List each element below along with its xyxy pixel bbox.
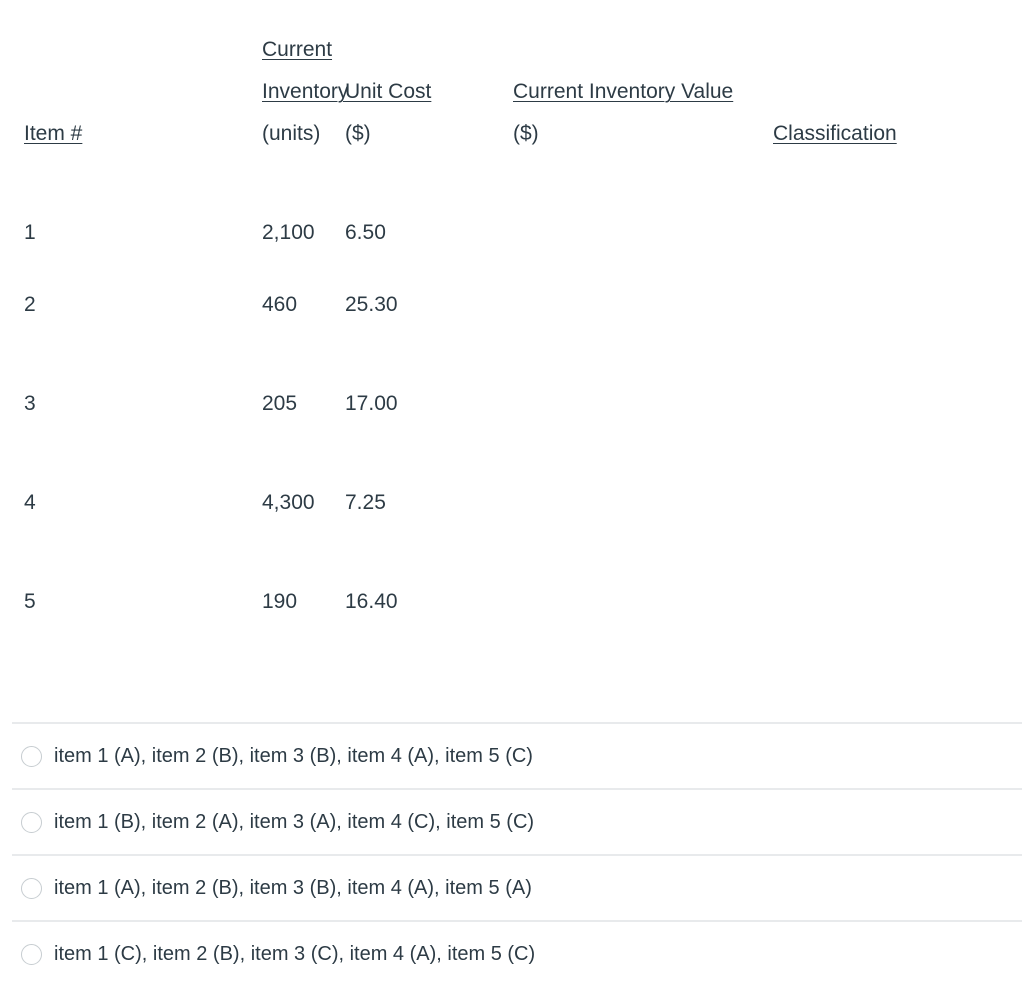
cell-cost: 6.50	[332, 155, 497, 255]
answer-option-label: item 1 (A), item 2 (B), item 3 (B), item…	[54, 744, 533, 768]
radio-button-icon[interactable]	[21, 746, 42, 767]
table-row: 519016.40	[0, 552, 1024, 651]
cell-cost: 16.40	[332, 552, 497, 651]
table-row: 12,1006.50	[0, 155, 1024, 255]
cell-value	[497, 354, 749, 453]
cell-class	[749, 354, 1024, 453]
cell-class	[749, 453, 1024, 552]
radio-button-icon[interactable]	[21, 944, 42, 965]
table-header-row: Item # Current Inventory (units) Unit Co…	[0, 0, 1024, 155]
answer-option-label: item 1 (C), item 2 (B), item 3 (C), item…	[54, 942, 535, 966]
inventory-table: Item # Current Inventory (units) Unit Co…	[0, 0, 1024, 651]
table-row: 320517.00	[0, 354, 1024, 453]
column-header-item: Item #	[0, 0, 119, 155]
cell-class	[749, 155, 1024, 255]
cell-value	[497, 552, 749, 651]
cell-item: 5	[0, 552, 119, 651]
cell-value	[497, 155, 749, 255]
cell-item: 2	[0, 255, 119, 354]
column-header-unit-cost: Unit Cost ($)	[332, 0, 497, 155]
column-header-item-label: Item #	[24, 122, 82, 145]
radio-button-icon[interactable]	[21, 812, 42, 833]
column-header-current-inventory-value: Current Inventory Value ($)	[497, 0, 749, 155]
cell-value	[497, 255, 749, 354]
answer-option-1[interactable]: item 1 (A), item 2 (B), item 3 (B), item…	[12, 722, 1022, 788]
cell-item: 3	[0, 354, 119, 453]
answer-options-list: item 1 (A), item 2 (B), item 3 (B), item…	[12, 722, 1022, 986]
cell-inv: 205	[119, 354, 332, 453]
cell-inv: 4,300	[119, 453, 332, 552]
cell-class	[749, 552, 1024, 651]
column-header-classification-label: Classification	[773, 122, 897, 145]
cell-inv: 2,100	[119, 155, 332, 255]
table-body: 12,1006.50246025.30320517.0044,3007.2551…	[0, 155, 1024, 651]
column-header-current-inventory-value-unit: ($)	[513, 113, 749, 155]
radio-button-icon[interactable]	[21, 878, 42, 899]
inventory-table-container: Item # Current Inventory (units) Unit Co…	[0, 0, 1024, 651]
cell-cost: 25.30	[332, 255, 497, 354]
cell-inv: 190	[119, 552, 332, 651]
column-header-current-inventory-value-label: Current Inventory Value	[513, 80, 733, 103]
table-header: Item # Current Inventory (units) Unit Co…	[0, 0, 1024, 155]
column-header-unit-cost-unit: ($)	[345, 113, 497, 155]
cell-cost: 17.00	[332, 354, 497, 453]
answer-option-label: item 1 (B), item 2 (A), item 3 (A), item…	[54, 810, 534, 834]
table-row: 44,3007.25	[0, 453, 1024, 552]
answer-option-3[interactable]: item 1 (A), item 2 (B), item 3 (B), item…	[12, 854, 1022, 920]
column-header-current-inventory-unit: (units)	[262, 113, 332, 155]
answer-option-4[interactable]: item 1 (C), item 2 (B), item 3 (C), item…	[12, 920, 1022, 986]
cell-item: 4	[0, 453, 119, 552]
answer-option-label: item 1 (A), item 2 (B), item 3 (B), item…	[54, 876, 532, 900]
column-header-current-inventory: Current Inventory (units)	[119, 0, 332, 155]
cell-class	[749, 255, 1024, 354]
cell-cost: 7.25	[332, 453, 497, 552]
column-header-classification: Classification	[749, 0, 1024, 155]
column-header-unit-cost-label: Unit Cost	[345, 80, 431, 103]
cell-item: 1	[0, 155, 119, 255]
table-row: 246025.30	[0, 255, 1024, 354]
answer-option-2[interactable]: item 1 (B), item 2 (A), item 3 (A), item…	[12, 788, 1022, 854]
cell-value	[497, 453, 749, 552]
cell-inv: 460	[119, 255, 332, 354]
